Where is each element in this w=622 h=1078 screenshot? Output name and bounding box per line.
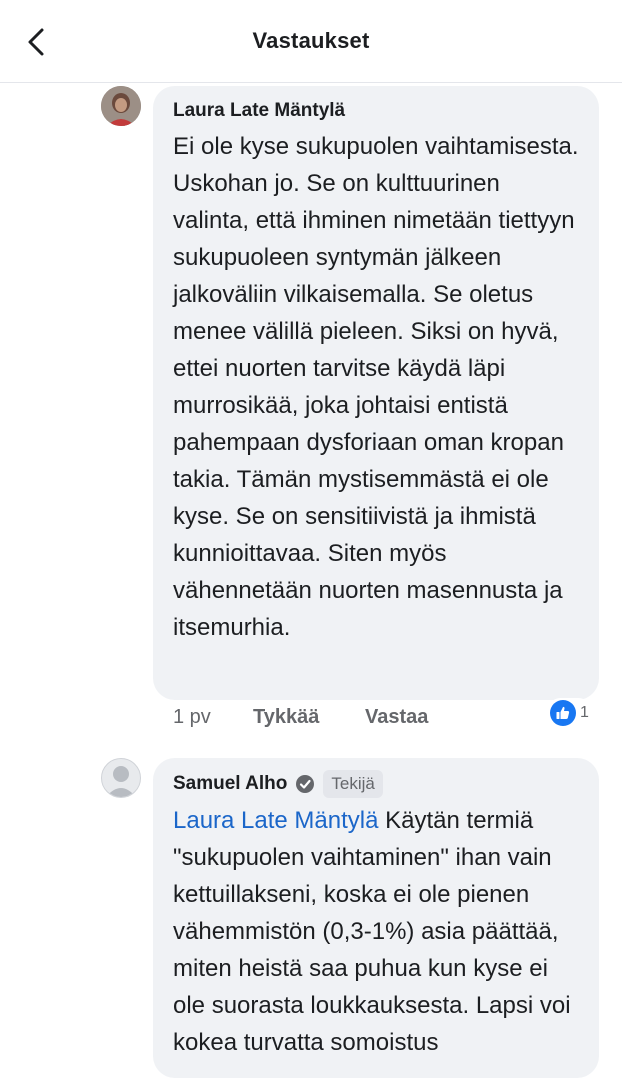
thumbs-up-icon [550, 700, 576, 726]
comment-bubble: Laura Late Mäntylä Ei ole kyse sukupuole… [153, 86, 599, 700]
comment-text-body: Käytän termiä "sukupuolen vaihtaminen" i… [173, 807, 571, 1056]
comment-text: Laura Late Mäntylä Käytän termiä "sukupu… [173, 802, 579, 1061]
comment-text: Ei ole kyse sukupuolen vaihtamisesta. Us… [173, 133, 579, 641]
page-title: Vastaukset [252, 28, 370, 53]
comment-actions: 1 pv Tykkää Vastaa [173, 706, 455, 729]
profile-photo [101, 86, 141, 126]
comment-timestamp: 1 pv [173, 706, 211, 728]
top-bar: Vastaukset [0, 0, 622, 83]
comment-author[interactable]: Samuel Alho Tekijä [173, 770, 579, 798]
verified-badge-icon [296, 775, 315, 793]
avatar[interactable] [101, 758, 141, 798]
comment-bubble: Samuel Alho Tekijä Laura Late Mäntylä Kä… [153, 758, 599, 1078]
default-avatar-icon [106, 766, 136, 797]
mention-link[interactable]: Laura Late Mäntylä [173, 807, 378, 834]
avatar[interactable] [101, 86, 141, 126]
reaction-count: 1 [580, 704, 589, 721]
like-button[interactable]: Tykkää [253, 706, 365, 729]
author-badge: Tekijä [323, 770, 383, 798]
reaction-summary[interactable]: 1 [546, 698, 593, 728]
reply-button[interactable]: Vastaa [365, 706, 455, 729]
comment-author[interactable]: Laura Late Mäntylä [173, 98, 579, 124]
